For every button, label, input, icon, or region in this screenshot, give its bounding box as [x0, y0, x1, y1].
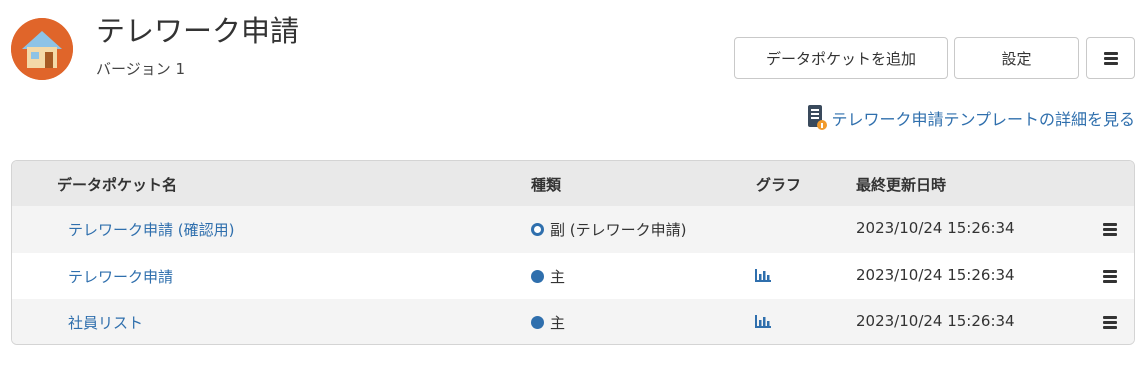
row-menu-icon[interactable]: [1103, 223, 1117, 238]
table-header: データポケット名 種類 グラフ 最終更新日時: [12, 161, 1134, 206]
column-header-updated: 最終更新日時: [856, 176, 947, 194]
menu-button[interactable]: [1086, 37, 1135, 79]
settings-button[interactable]: 設定: [954, 37, 1079, 79]
bar-chart-icon[interactable]: [755, 314, 771, 332]
kind-cell: 主: [531, 266, 565, 287]
table-row: テレワーク申請 主 2023/10/24 15:26:34: [12, 253, 1134, 300]
column-header-kind: 種類: [531, 176, 562, 194]
template-detail-link[interactable]: テレワーク申請テンプレートの詳細を見る: [807, 104, 1135, 132]
kind-label: 副 (テレワーク申請): [550, 221, 687, 239]
data-pocket-name-link[interactable]: テレワーク申請 (確認用): [68, 219, 234, 240]
row-menu-icon[interactable]: [1103, 316, 1117, 331]
bar-chart-icon[interactable]: [755, 268, 771, 286]
hamburger-menu-icon: [1103, 50, 1118, 67]
updated-time: 2023/10/24 15:26:34: [856, 219, 1015, 237]
kind-label: 主: [550, 267, 566, 286]
kind-cell: 主: [531, 312, 565, 333]
row-menu-icon[interactable]: [1103, 269, 1117, 285]
version-label: バージョン 1: [96, 60, 186, 78]
column-header-name: データポケット名: [57, 176, 178, 194]
data-pocket-table: データポケット名 種類 グラフ 最終更新日時 テレワーク申請 (確認用) 副 (…: [11, 160, 1135, 345]
column-header-graph: グラフ: [756, 176, 802, 194]
main-pocket-icon: [531, 269, 544, 283]
kind-cell: 副 (テレワーク申請): [531, 219, 686, 240]
data-pocket-name-link[interactable]: 社員リスト: [68, 312, 143, 333]
table-row: 社員リスト 主 2023/10/24 15:26:34: [12, 299, 1134, 344]
updated-time: 2023/10/24 15:26:34: [856, 312, 1015, 330]
updated-time: 2023/10/24 15:26:34: [856, 265, 1015, 284]
add-data-pocket-button[interactable]: データポケットを追加: [734, 37, 948, 79]
page-title: テレワーク申請: [96, 14, 300, 48]
kind-label: 主: [550, 314, 566, 332]
template-detail-link-label: テレワーク申請テンプレートの詳細を見る: [831, 110, 1135, 129]
data-pocket-name-link[interactable]: テレワーク申請: [68, 266, 173, 287]
sub-pocket-icon: [531, 223, 544, 236]
main-pocket-icon: [531, 316, 544, 329]
template-document-icon: [808, 105, 828, 130]
app-house-icon: [11, 18, 73, 80]
table-row: テレワーク申請 (確認用) 副 (テレワーク申請) 2023/10/24 15:…: [12, 206, 1134, 253]
